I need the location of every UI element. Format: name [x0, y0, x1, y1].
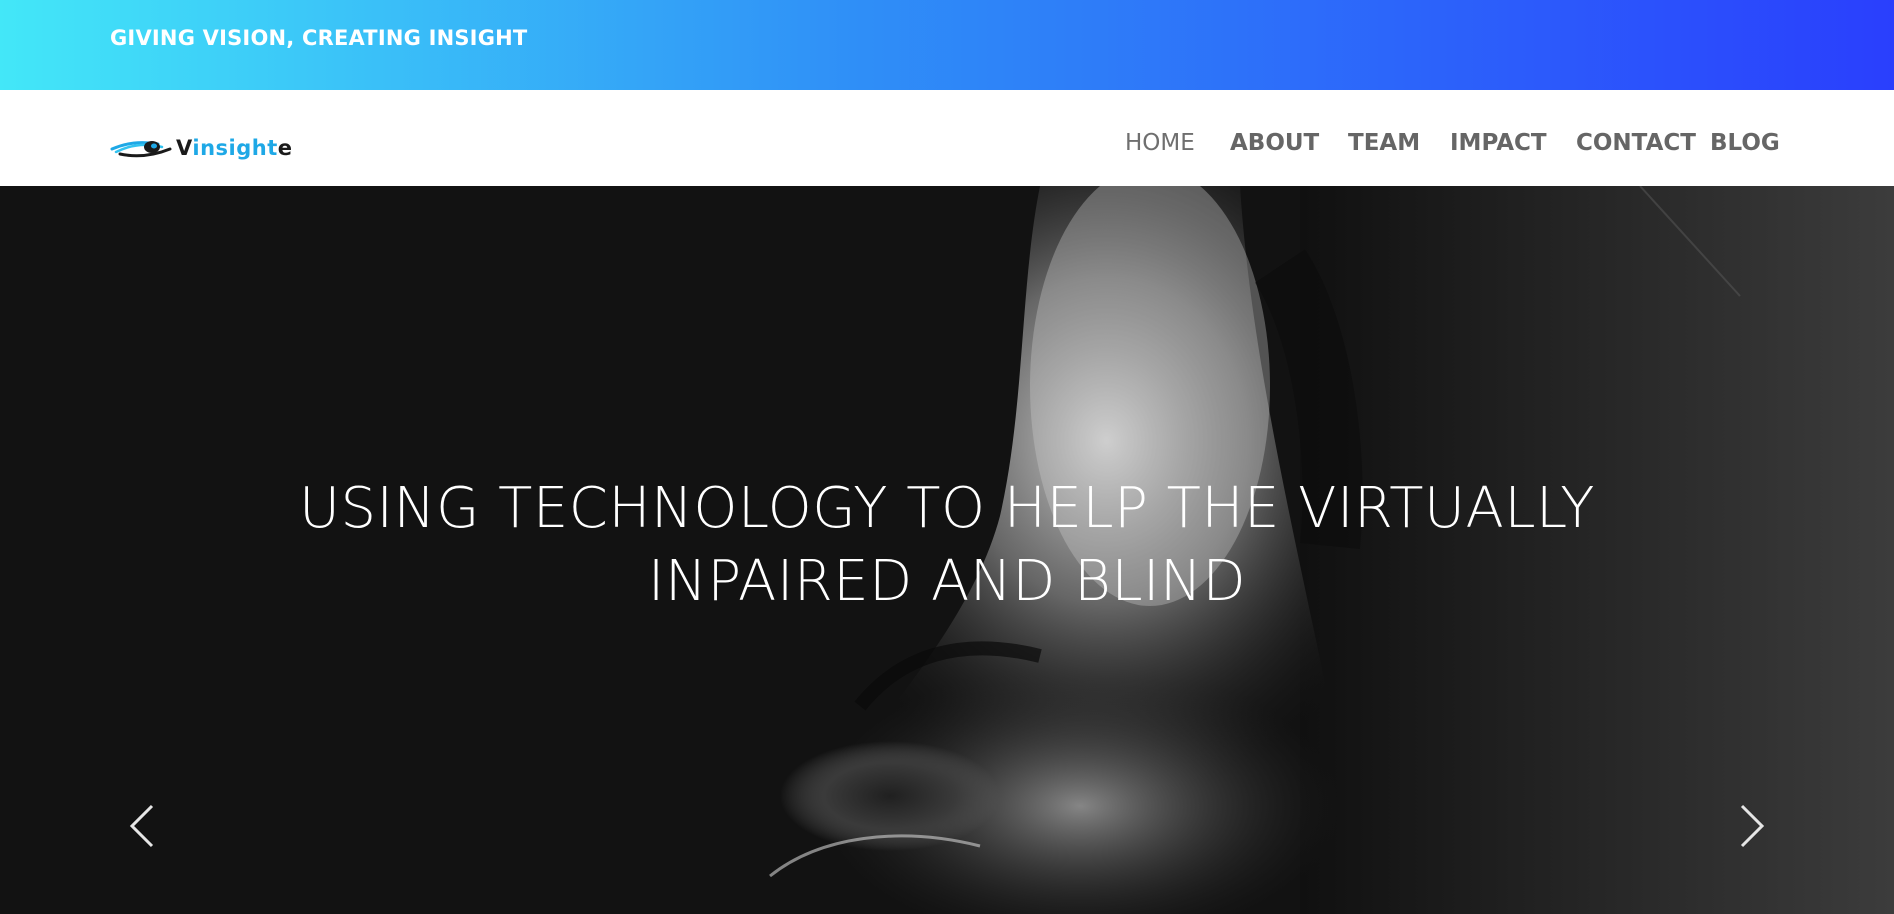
top-banner: GIVING VISION, CREATING INSIGHT [0, 0, 1894, 90]
carousel-prev-button[interactable] [122, 796, 162, 856]
chevron-left-icon [129, 804, 154, 848]
main-navbar: Vinsighte HOME ABOUT TEAM IMPACT CONTACT… [0, 90, 1894, 186]
nav-item-impact[interactable]: IMPACT [1450, 130, 1547, 156]
tagline: GIVING VISION, CREATING INSIGHT [110, 26, 528, 50]
nav-item-blog[interactable]: BLOG [1710, 130, 1780, 156]
nav-menu: HOME ABOUT TEAM IMPACT CONTACT BLOG [0, 130, 1894, 164]
hero-headline-line2: INPAIRED AND BLIND [647, 549, 1247, 614]
nav-item-contact[interactable]: CONTACT [1576, 130, 1696, 156]
nav-item-about[interactable]: ABOUT [1230, 130, 1319, 156]
carousel-next-button[interactable] [1732, 796, 1772, 856]
nav-item-team[interactable]: TEAM [1348, 130, 1420, 156]
hero-headline-line1: USING TECHNOLOGY TO HELP THE VIRTUALLY [299, 476, 1595, 541]
hero-headline: USING TECHNOLOGY TO HELP THE VIRTUALLY I… [0, 472, 1894, 618]
chevron-right-icon [1740, 804, 1765, 848]
nav-item-home[interactable]: HOME [1125, 130, 1195, 156]
hero-carousel: USING TECHNOLOGY TO HELP THE VIRTUALLY I… [0, 186, 1894, 914]
